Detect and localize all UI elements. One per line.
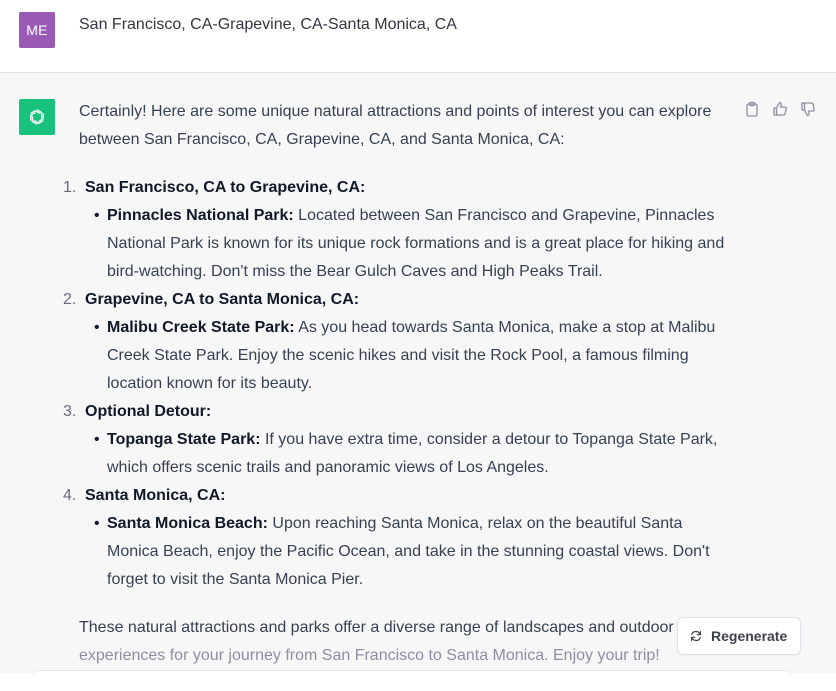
regenerate-label: Regenerate [711,628,788,644]
refresh-icon [691,630,701,642]
section-title: San Francisco, CA to Grapevine, CA: [85,179,366,196]
place-name: Malibu Creek State Park: [107,319,295,336]
regenerate-button[interactable]: Regenerate [677,617,802,655]
user-avatar-initials: ME [26,22,48,38]
place-item: • Topanga State Park: If you have extra t… [94,426,729,482]
itinerary-section: 4. Santa Monica, CA: • Santa Monica Beach… [63,482,729,594]
section-number: 4. [63,487,77,504]
section-title: Optional Detour: [85,403,212,420]
itinerary-list: 1. San Francisco, CA to Grapevine, CA: •… [63,174,729,594]
chatgpt-logo-icon [29,109,45,125]
outro-line-1: These natural attractions and parks offe… [79,619,674,636]
place-name: Pinnacles National Park: [107,207,294,224]
section-places: • Topanga State Park: If you have extra t… [85,426,729,482]
assistant-avatar [19,99,55,135]
bullet-icon: • [94,515,100,532]
section-number: 2. [63,291,77,308]
place-item: • Pinnacles National Park: Located betwee… [94,202,729,286]
assistant-message-content: Certainly! Here are some unique natural … [63,98,729,670]
section-places: • Pinnacles National Park: Located betwee… [85,202,729,286]
thumbs-down-icon[interactable] [799,100,817,118]
section-number: 1. [63,179,77,196]
assistant-outro: These natural attractions and parks offe… [79,614,729,670]
composer-edge [32,670,792,691]
bullet-icon: • [94,207,100,224]
itinerary-section: 1. San Francisco, CA to Grapevine, CA: •… [63,174,729,286]
place-item: • Santa Monica Beach: Upon reaching Santa… [94,510,729,594]
place-item: • Malibu Creek State Park: As you head to… [94,314,729,398]
outro-line-2: experiences for your journey from San Fr… [79,647,660,664]
message-actions [743,100,817,118]
clipboard-icon[interactable] [743,100,761,118]
section-number: 3. [63,403,77,420]
bullet-icon: • [94,431,100,448]
user-avatar: ME [19,12,55,48]
section-title: Santa Monica, CA: [85,487,226,504]
section-places: • Santa Monica Beach: Upon reaching Santa… [85,510,729,594]
user-message-row: ME San Francisco, CA-Grapevine, CA-Santa… [0,0,836,73]
itinerary-section: 3. Optional Detour: • Topanga State Park:… [63,398,729,482]
place-name: Santa Monica Beach: [107,515,268,532]
section-places: • Malibu Creek State Park: As you head to… [85,314,729,398]
user-message-text: San Francisco, CA-Grapevine, CA-Santa Mo… [79,16,457,33]
itinerary-section: 2. Grapevine, CA to Santa Monica, CA: • M… [63,286,729,398]
place-name: Topanga State Park: [107,431,261,448]
assistant-message-row: Certainly! Here are some unique natural … [0,73,836,691]
assistant-intro: Certainly! Here are some unique natural … [79,103,712,148]
section-title: Grapevine, CA to Santa Monica, CA: [85,291,360,308]
thumbs-up-icon[interactable] [771,100,789,118]
bullet-icon: • [94,319,100,336]
